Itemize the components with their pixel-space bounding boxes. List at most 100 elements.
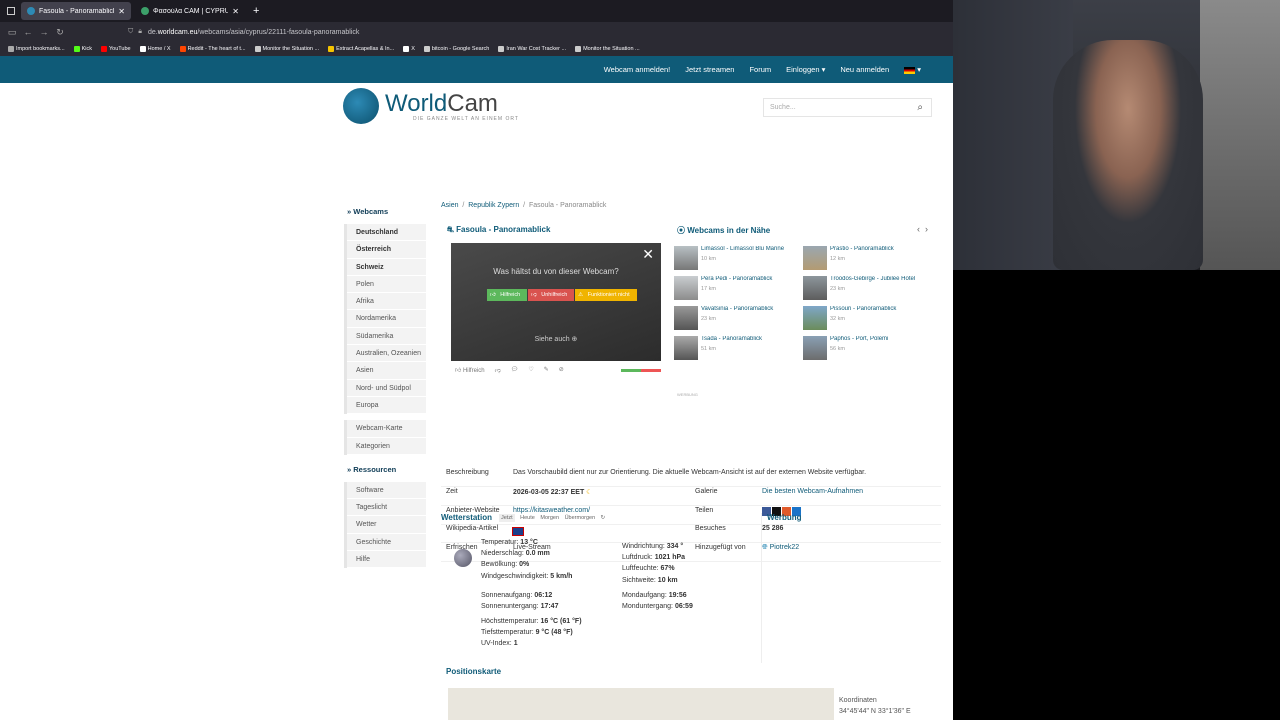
tab-now[interactable]: Jetzt xyxy=(499,514,515,522)
see-also-link[interactable]: Siehe auch ⊕ xyxy=(451,335,661,343)
bookmark-item[interactable]: YouTube xyxy=(101,46,131,52)
nearby-thumbnail[interactable] xyxy=(674,276,698,300)
nearby-webcam[interactable]: Tsada - Panoramablick 51 km xyxy=(674,336,802,364)
sidebar-item-regions[interactable]: Afrika xyxy=(347,293,426,311)
search-input[interactable]: Suche... ⌕ xyxy=(763,98,932,117)
forum-link[interactable]: Forum xyxy=(749,65,771,74)
nearby-webcam[interactable]: Pissouri - Panoramablick 32 km xyxy=(803,306,931,334)
nearby-thumbnail[interactable] xyxy=(803,246,827,270)
nearby-webcam[interactable]: Prastio - Panoramablick 12 km xyxy=(803,246,931,274)
nearby-thumbnail[interactable] xyxy=(674,306,698,330)
nearby-name[interactable]: Pissouri - Panoramablick xyxy=(830,306,930,312)
sidebar-item-resources[interactable]: Hilfe xyxy=(347,551,426,569)
sidebar-item-regions[interactable]: Polen xyxy=(347,276,426,294)
sidebar-item-resources[interactable]: Tageslicht xyxy=(347,499,426,517)
heart-icon[interactable]: ♡ xyxy=(528,366,533,374)
nearby-webcam[interactable]: Troodos-Gebirge - Jubilee Hotel 23 km xyxy=(803,276,931,304)
tab-day-after[interactable]: Übermorgen xyxy=(565,515,596,521)
close-tab-icon[interactable]: ✕ xyxy=(232,7,239,16)
thumbs-up-icon[interactable]: 👍︎ Hilfreich xyxy=(455,366,485,374)
nearby-thumbnail[interactable] xyxy=(674,336,698,360)
back-icon[interactable]: ← xyxy=(20,27,36,37)
sidebar-item-regions[interactable]: Australien, Ozeanien xyxy=(347,345,426,363)
register-link[interactable]: Neu anmelden xyxy=(840,65,889,74)
refresh-icon[interactable]: ↻ xyxy=(601,515,606,521)
nearby-name[interactable]: Troodos-Gebirge - Jubilee Hotel xyxy=(830,276,930,282)
browser-tab[interactable]: Φασούλα CAM | CYPRUS WEAT ✕ xyxy=(135,2,245,20)
poll-unhelpful-button[interactable]: 👎︎ Unhilfreich xyxy=(528,289,575,301)
nearby-thumbnail[interactable] xyxy=(803,276,827,300)
login-dropdown[interactable]: Einloggen ▾ xyxy=(786,65,825,74)
no-signal-icon[interactable]: ⊘ xyxy=(559,366,564,374)
nearby-webcam[interactable]: Limassol - Limassol Blu Marine 10 km xyxy=(674,246,802,274)
sidebar-item-resources[interactable]: Wetter xyxy=(347,516,426,534)
sidebar-item-maps[interactable]: Webcam-Karte xyxy=(347,420,426,438)
sidebar-item-resources[interactable]: Software xyxy=(347,482,426,500)
tab-tomorrow[interactable]: Morgen xyxy=(540,515,559,521)
weather-extra-row: UV-Index: 1 xyxy=(481,638,582,649)
lock-icon[interactable]: 🔒︎ xyxy=(138,28,142,36)
tab-today[interactable]: Heute xyxy=(520,515,535,521)
uk-flag-icon[interactable] xyxy=(512,527,524,536)
bookmark-item[interactable]: Monitor the Situation ... xyxy=(254,46,319,52)
sidebar-item-resources[interactable]: Geschichte xyxy=(347,534,426,552)
nearby-thumbnail[interactable] xyxy=(803,336,827,360)
chevron-right-icon[interactable]: › xyxy=(925,224,928,234)
nearby-name[interactable]: Vavatsinia - Panoramablick xyxy=(701,306,801,312)
nearby-webcam[interactable]: Paphos - Port, Polemi 56 km xyxy=(803,336,931,364)
sidebar-item-regions[interactable]: Österreich xyxy=(347,241,426,259)
nearby-name[interactable]: Tsada - Panoramablick xyxy=(701,336,801,342)
edit-icon[interactable]: ✎ xyxy=(544,366,549,374)
nearby-thumbnail[interactable] xyxy=(803,306,827,330)
nearby-name[interactable]: Limassol - Limassol Blu Marine xyxy=(701,246,801,252)
browser-tab[interactable]: Fasoula - Panoramablick, Repu ✕ xyxy=(21,2,131,20)
bookmark-item[interactable]: X xyxy=(403,46,415,52)
poll-helpful-button[interactable]: 👍︎ Hilfreich xyxy=(487,289,528,301)
nearby-webcam[interactable]: Pera Pedi - Panoramablick 17 km xyxy=(674,276,802,304)
breadcrumb-cyprus[interactable]: Republik Zypern xyxy=(468,202,519,209)
nearby-name[interactable]: Paphos - Port, Polemi xyxy=(830,336,930,342)
webcam-preview[interactable]: ✕ Was hältst du von dieser Webcam? 👍︎ Hi… xyxy=(451,243,661,361)
sidebar-item-regions[interactable]: Südamerika xyxy=(347,328,426,346)
nearby-webcam[interactable]: Vavatsinia - Panoramablick 23 km xyxy=(674,306,802,334)
sidebar-toggle-icon[interactable]: ▭ xyxy=(4,27,20,38)
sidebar-item-maps[interactable]: Kategorien xyxy=(347,438,426,455)
nearby-name[interactable]: Prastio - Panoramablick xyxy=(830,246,930,252)
gallery-link[interactable]: Die besten Webcam-Aufnahmen xyxy=(762,488,863,495)
bookmark-item[interactable]: Kick xyxy=(73,46,92,52)
worldcam-logo[interactable]: WorldCam DIE GANZE WELT AN EINEM ORT xyxy=(343,88,519,124)
search-icon[interactable]: ⌕ xyxy=(917,102,923,113)
reload-icon[interactable]: ↻ xyxy=(52,27,68,38)
bookmark-item[interactable]: Import bookmarks... xyxy=(8,46,65,52)
sidebar-item-regions[interactable]: Nord- und Südpol xyxy=(347,380,426,397)
comment-icon[interactable]: 💬︎ xyxy=(511,366,519,374)
new-tab-icon[interactable]: + xyxy=(253,5,259,17)
chevron-left-icon[interactable]: ‹ xyxy=(917,224,920,234)
language-flag-icon[interactable]: ▾ xyxy=(904,65,921,74)
thumbs-down-icon[interactable]: 👎︎ xyxy=(495,366,501,374)
forward-icon[interactable]: → xyxy=(36,27,52,37)
sidebar-item-regions[interactable]: Nordamerika xyxy=(347,310,426,328)
breadcrumb-asia[interactable]: Asien xyxy=(441,202,459,209)
bookmark-item[interactable]: Extract Acapellas & In... xyxy=(328,46,394,52)
poll-not-working-button[interactable]: ⚠ Funktioniert nicht xyxy=(575,289,637,301)
shield-icon[interactable]: ⛉ xyxy=(128,28,133,36)
close-tab-icon[interactable]: ✕ xyxy=(118,7,125,16)
register-webcam-link[interactable]: Webcam anmelden! xyxy=(604,65,671,74)
sidebar-item-regions[interactable]: Deutschland xyxy=(347,224,426,242)
nearby-name[interactable]: Pera Pedi - Panoramablick xyxy=(701,276,801,282)
close-icon[interactable]: ✕ xyxy=(642,246,654,263)
bookmark-item[interactable]: Monitor the Situation ... xyxy=(575,46,640,52)
bookmark-item[interactable]: Home / X xyxy=(139,46,171,52)
sidebar-item-regions[interactable]: Schweiz xyxy=(347,259,426,276)
bookmark-item[interactable]: bitcoin - Google Search xyxy=(423,46,489,52)
nearby-thumbnail[interactable] xyxy=(674,246,698,270)
tab-overview-icon[interactable] xyxy=(7,7,15,15)
stream-now-link[interactable]: Jetzt streamen xyxy=(685,65,734,74)
sidebar-item-regions[interactable]: Europa xyxy=(347,397,426,415)
position-map[interactable] xyxy=(448,688,834,720)
sidebar-item-regions[interactable]: Asien xyxy=(347,362,426,380)
bookmark-item[interactable]: Iran War Cost Tracker ... xyxy=(498,46,566,52)
url-bar[interactable]: ⛉ 🔒︎ de.worldcam.eu/webcams/asia/cyprus/… xyxy=(128,28,955,36)
bookmark-item[interactable]: Reddit - The heart of t... xyxy=(179,46,246,52)
